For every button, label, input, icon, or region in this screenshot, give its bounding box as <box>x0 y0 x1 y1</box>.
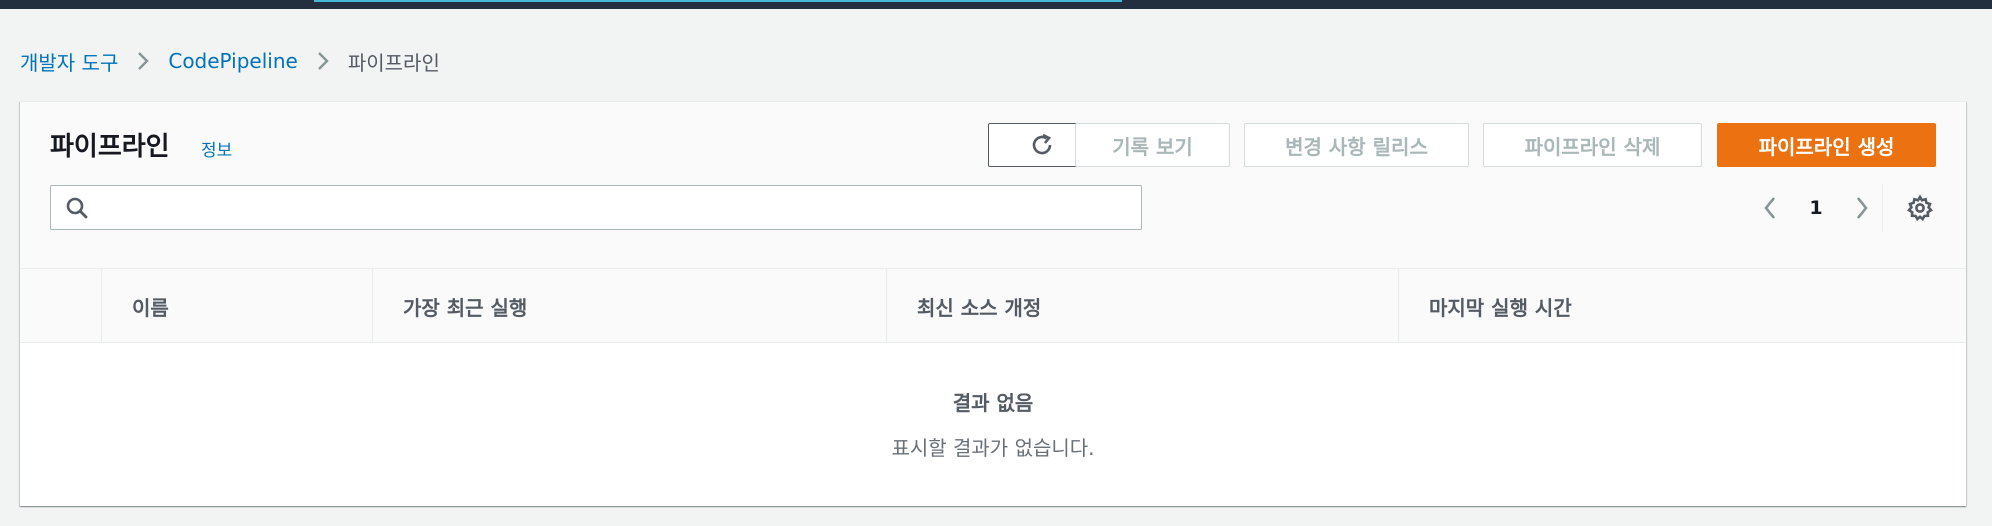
table-header: 이름 가장 최근 실행 최신 소스 개정 마지막 실행 시간 <box>20 269 1966 343</box>
preferences-button[interactable] <box>1902 190 1938 226</box>
breadcrumb-current: 파이프라인 <box>347 50 440 75</box>
search-input[interactable] <box>101 186 1131 229</box>
breadcrumb-codepipeline[interactable]: CodePipeline <box>168 49 297 73</box>
breadcrumb-developer-tools[interactable]: 개발자 도구 <box>20 47 118 76</box>
empty-state-description: 표시할 결과가 없습니다. <box>891 436 1095 460</box>
chevron-right-icon <box>136 50 150 72</box>
previous-page-button[interactable] <box>1752 190 1788 226</box>
divider <box>1882 184 1883 232</box>
pagination: 1 <box>1752 190 1880 226</box>
column-header-source-revision[interactable]: 최신 소스 개정 <box>886 269 1400 343</box>
delete-pipeline-button[interactable]: 파이프라인 삭제 <box>1483 123 1702 167</box>
gear-icon <box>1907 194 1933 221</box>
loading-accent-bar <box>314 0 1122 2</box>
top-navigation-bar <box>0 0 1992 9</box>
column-header-latest-execution[interactable]: 가장 최근 실행 <box>372 269 887 343</box>
chevron-right-icon <box>1856 197 1868 219</box>
create-pipeline-button[interactable]: 파이프라인 생성 <box>1717 123 1936 167</box>
search-icon <box>66 197 88 219</box>
next-page-button[interactable] <box>1844 190 1880 226</box>
current-page-number[interactable]: 1 <box>1788 197 1844 219</box>
page-title: 파이프라인 <box>50 132 170 162</box>
column-header-name[interactable]: 이름 <box>101 269 373 343</box>
pipelines-panel: 파이프라인 정보 기록 보기 변경 사항 릴리스 파이프라인 삭제 파이프라인 … <box>20 101 1966 506</box>
refresh-icon <box>1032 133 1051 155</box>
chevron-right-icon <box>316 50 330 72</box>
breadcrumb: 개발자 도구 CodePipeline 파이프라인 <box>20 46 440 76</box>
info-link[interactable]: 정보 <box>201 136 232 161</box>
search-box <box>50 185 1142 230</box>
chevron-left-icon <box>1764 197 1776 219</box>
empty-state-title: 결과 없음 <box>952 391 1034 415</box>
column-header-last-executed[interactable]: 마지막 실행 시간 <box>1398 269 1966 343</box>
release-change-button[interactable]: 변경 사항 릴리스 <box>1244 123 1469 167</box>
view-history-button[interactable]: 기록 보기 <box>1075 123 1230 167</box>
panel-header: 파이프라인 정보 기록 보기 변경 사항 릴리스 파이프라인 삭제 파이프라인 … <box>20 102 1966 269</box>
